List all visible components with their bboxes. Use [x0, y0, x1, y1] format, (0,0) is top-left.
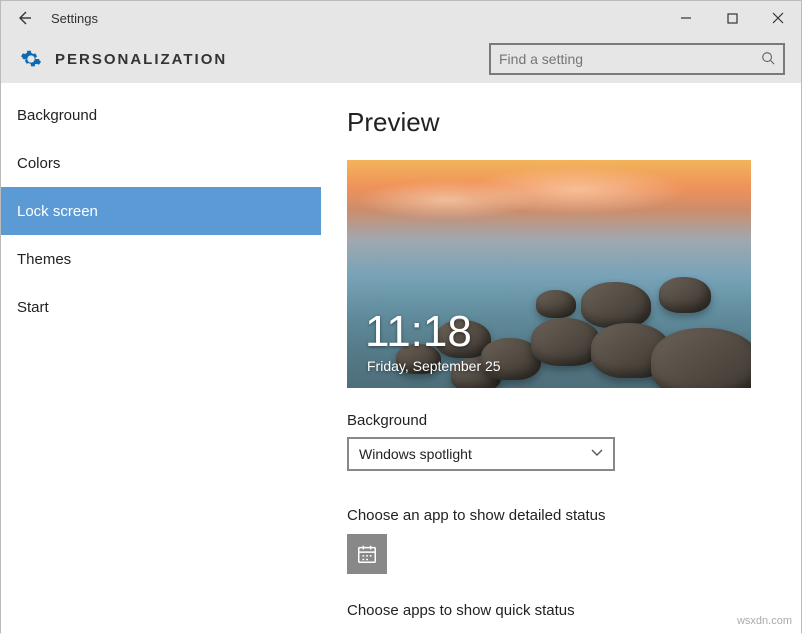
sidebar-item-background[interactable]: Background	[1, 91, 321, 139]
settings-gear-icon	[15, 48, 47, 70]
watermark: wsxdn.com	[737, 615, 792, 627]
search-icon	[761, 51, 775, 68]
detailed-status-label: Choose an app to show detailed status	[347, 507, 771, 524]
background-label: Background	[347, 412, 771, 429]
arrow-left-icon	[16, 10, 32, 26]
lock-screen-preview: 11:18 Friday, September 25	[347, 160, 751, 388]
window-title: Settings	[47, 11, 98, 26]
detailed-status-app-button[interactable]	[347, 534, 387, 574]
content-area: Preview 11:18 Friday, September 25 Backg…	[321, 83, 801, 634]
preview-date: Friday, September 25	[367, 358, 501, 374]
background-dropdown-value: Windows spotlight	[359, 446, 472, 462]
window-titlebar: Settings	[1, 1, 801, 35]
search-input[interactable]	[499, 51, 761, 67]
sidebar-item-label: Lock screen	[17, 203, 98, 220]
minimize-button[interactable]	[663, 1, 709, 35]
sidebar-item-label: Start	[17, 299, 49, 316]
section-title: PERSONALIZATION	[55, 51, 227, 68]
sidebar-item-label: Themes	[17, 251, 71, 268]
sidebar-item-lock-screen[interactable]: Lock screen	[1, 187, 321, 235]
header-row: PERSONALIZATION	[1, 35, 801, 83]
preview-time: 11:18	[365, 310, 472, 354]
sidebar-item-label: Background	[17, 107, 97, 124]
background-dropdown[interactable]: Windows spotlight	[347, 437, 615, 471]
sidebar-item-label: Colors	[17, 155, 60, 172]
back-button[interactable]	[1, 1, 47, 35]
sidebar: Background Colors Lock screen Themes Sta…	[1, 83, 321, 634]
chevron-down-icon	[591, 448, 603, 460]
sidebar-item-themes[interactable]: Themes	[1, 235, 321, 283]
minimize-icon	[680, 12, 692, 24]
maximize-button[interactable]	[709, 1, 755, 35]
sidebar-item-start[interactable]: Start	[1, 283, 321, 331]
search-box[interactable]	[489, 43, 785, 75]
maximize-icon	[727, 13, 738, 24]
calendar-icon	[356, 543, 378, 565]
page-heading: Preview	[347, 107, 771, 138]
close-button[interactable]	[755, 1, 801, 35]
sidebar-item-colors[interactable]: Colors	[1, 139, 321, 187]
quick-status-label: Choose apps to show quick status	[347, 602, 771, 619]
close-icon	[772, 12, 784, 24]
